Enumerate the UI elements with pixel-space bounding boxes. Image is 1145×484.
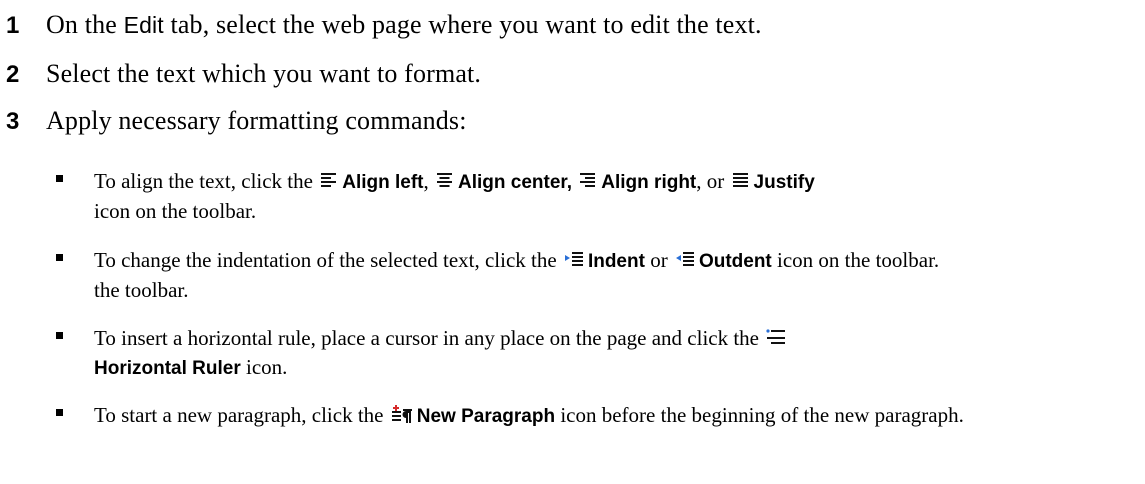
align-center-icon [436,172,454,190]
indent-icon [564,251,584,269]
bullet-horizontal-rule: To insert a horizontal rule, place a cur… [56,324,1141,383]
align-right-icon [579,172,597,190]
outdent-icon [675,251,695,269]
step-3: 3 Apply necessary formatting commands: [0,106,467,136]
justify-icon [732,172,750,190]
step-text: Apply necessary formatting commands: [46,106,467,135]
new-paragraph-label: New Paragraph [416,406,556,427]
align-left-label: Align left [342,172,424,193]
outdent-label: Outdent [698,251,772,272]
edit-tab-label: Edit [123,12,164,38]
step-number: 2 [6,61,20,88]
bullet-marker [56,175,63,182]
indent-label: Indent [587,251,645,272]
bullet-new-paragraph: To start a new paragraph, click the New … [56,401,1141,431]
bullet-indent: To change the indentation of the selecte… [56,246,1141,305]
step-number: 1 [6,12,20,39]
bullet-marker [56,409,63,416]
horizontal-ruler-label: Horizontal Ruler [94,358,241,379]
bullet-marker [56,254,63,261]
horizontal-rule-icon [766,329,786,347]
new-paragraph-icon [391,404,413,424]
step-text: On the Edit tab, select the web page whe… [46,10,762,39]
step-2: 2 Select the text which you want to form… [0,59,481,89]
align-center-label: Align center, [458,172,573,193]
bullet-marker [56,332,63,339]
step-number: 3 [6,108,20,135]
justify-label: Justify [753,172,815,193]
align-left-icon [320,172,338,190]
step-1: 1 On the Edit tab, select the web page w… [0,10,762,40]
step-text: Select the text which you want to format… [46,59,482,88]
bullet-align: To align the text, click the Align left,… [56,167,1141,226]
align-right-label: Align right [601,172,697,193]
